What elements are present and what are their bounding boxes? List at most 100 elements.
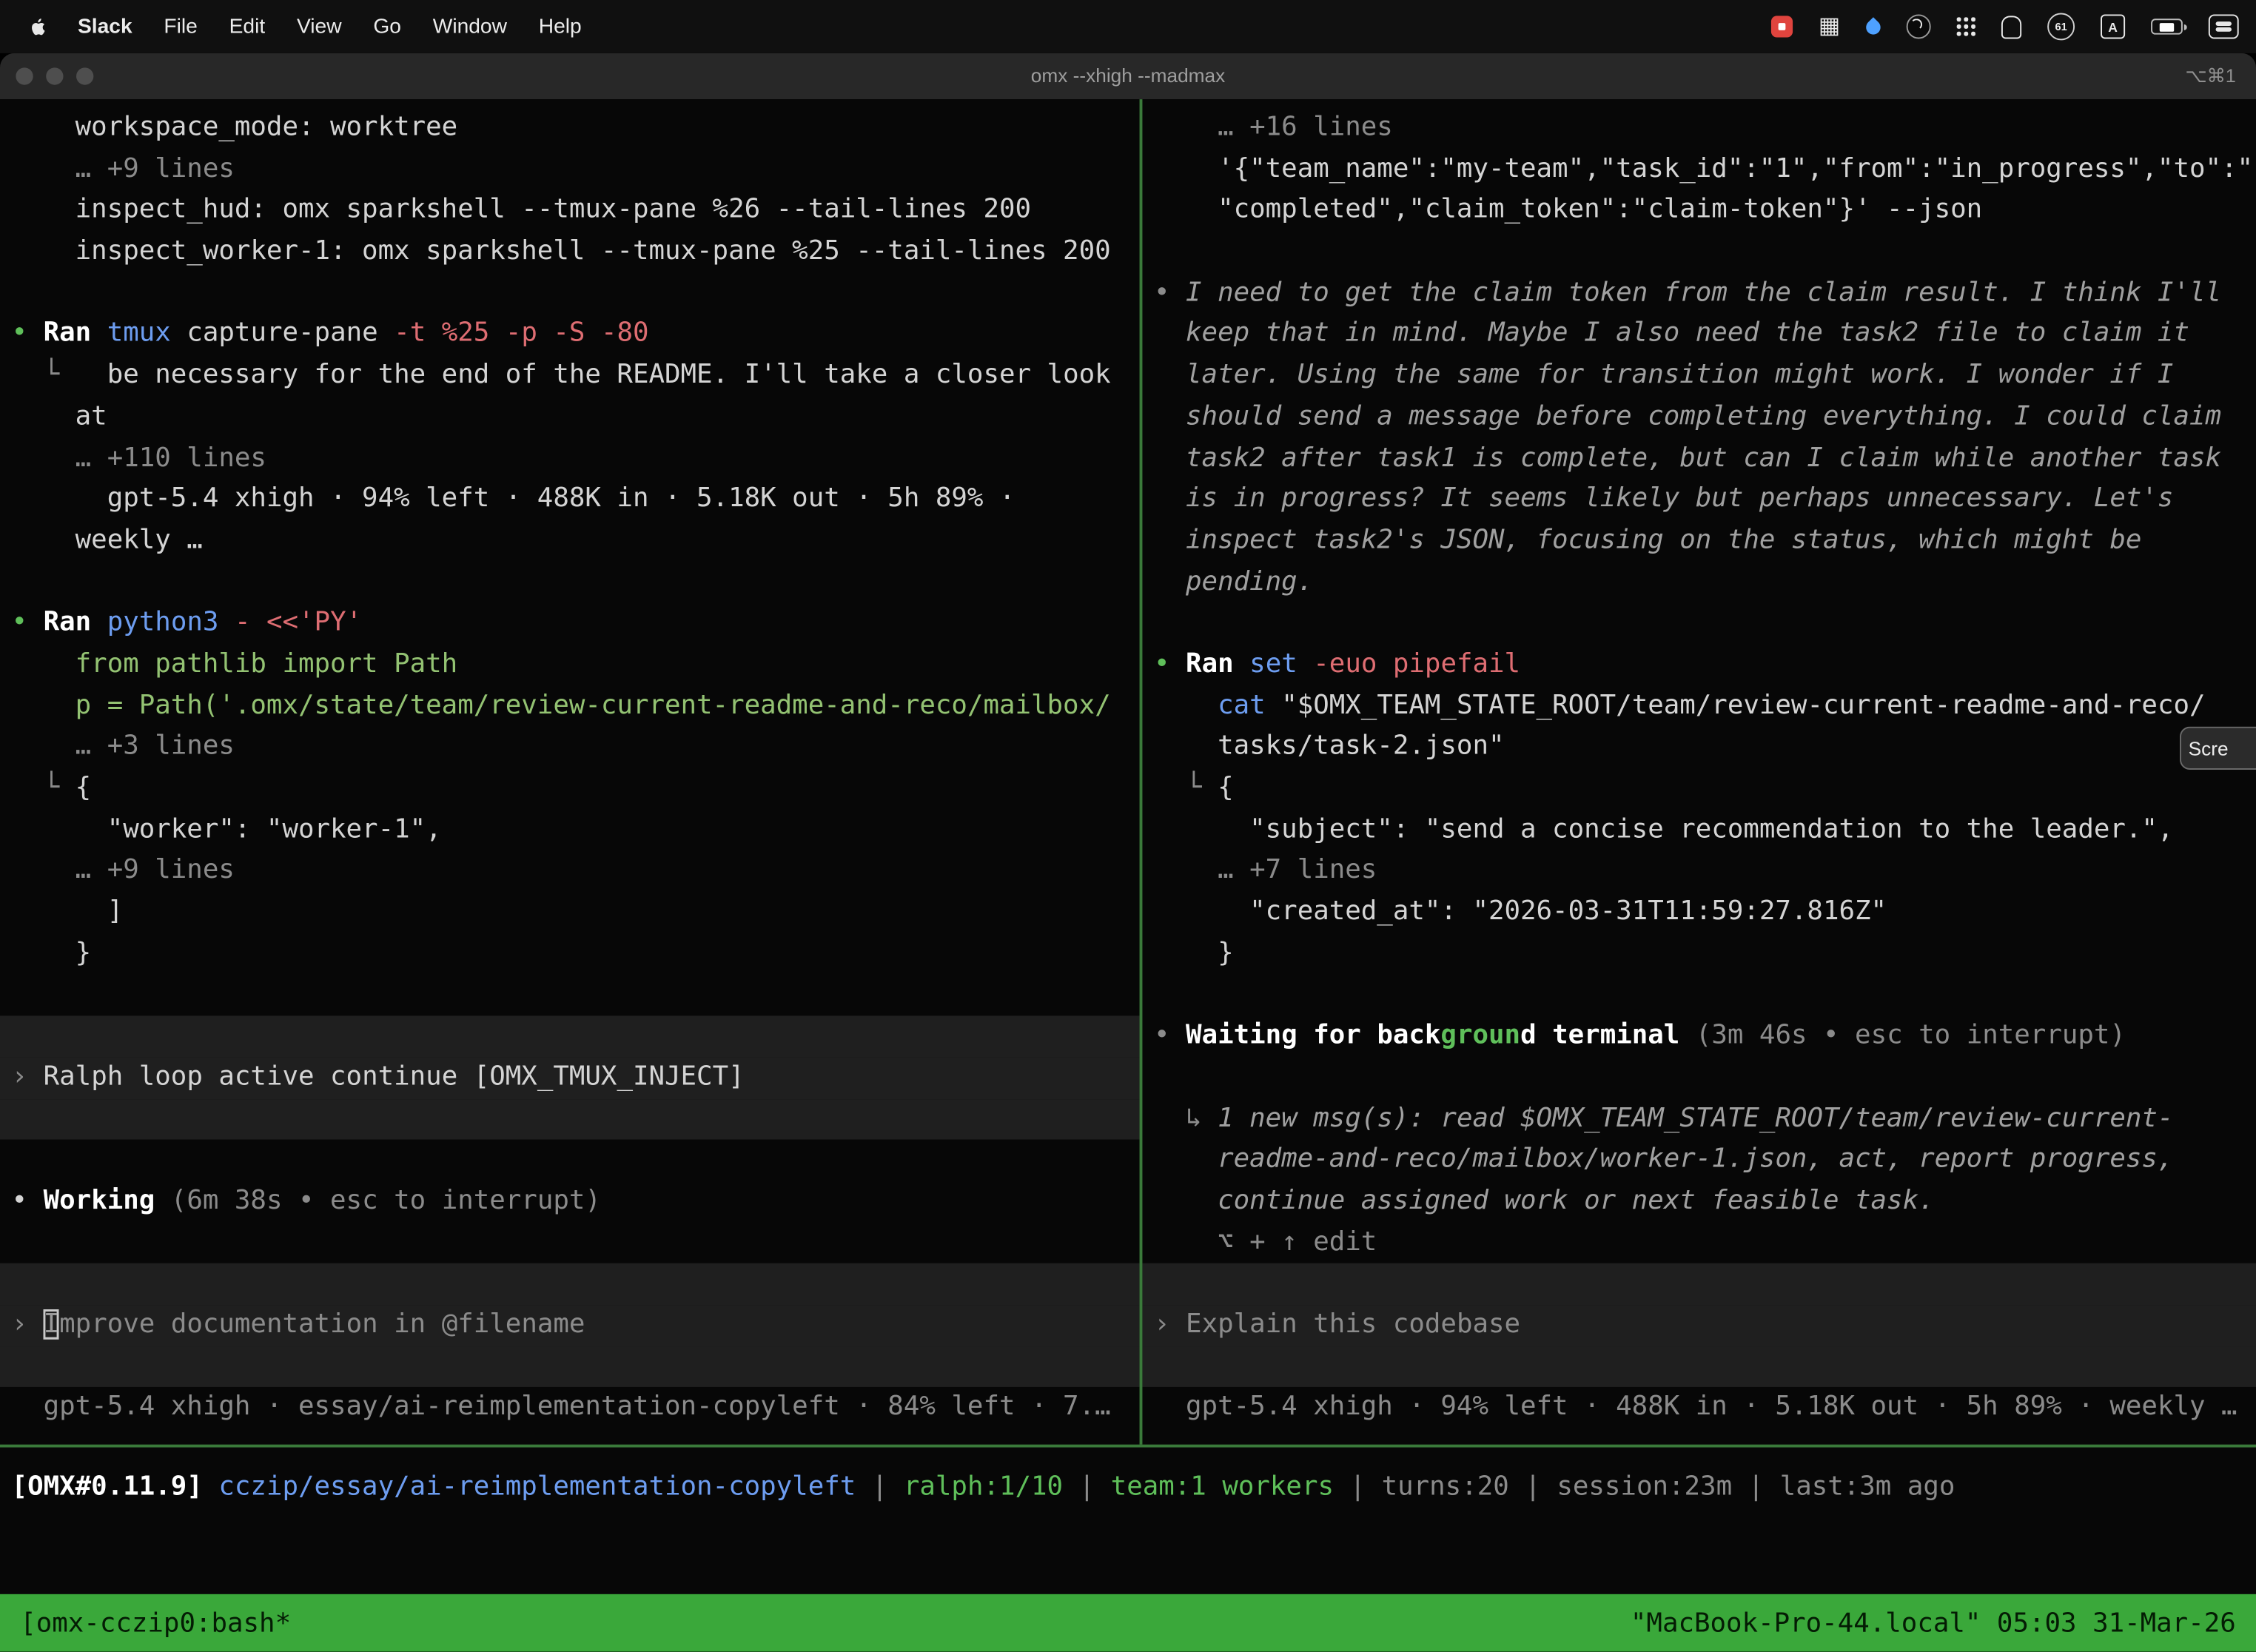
text-segment: • (12, 318, 44, 349)
tmux-host-clock: "MacBook-Pro-44.local" 05:03 31-Mar-26 (1631, 1608, 2236, 1638)
control-center-icon[interactable] (2209, 14, 2239, 38)
text-segment: python3 (107, 608, 219, 638)
text-segment: -t %25 -p -S -80 (394, 318, 648, 349)
text-segment: turns:20 (1382, 1472, 1509, 1502)
menu-edit[interactable]: Edit (213, 15, 281, 38)
text-segment: weekly … (12, 525, 203, 555)
input-source-icon[interactable]: A (2101, 14, 2125, 38)
text-segment: set (1249, 649, 1297, 679)
minimize-button[interactable] (46, 67, 63, 84)
text-segment: | (1063, 1472, 1111, 1502)
text-segment (1154, 690, 1218, 720)
text-segment: • (1154, 649, 1186, 679)
terminal-line: • Ran tmux capture-pane -t %25 -p -S -80 (0, 315, 1140, 356)
menu-view[interactable]: View (281, 15, 357, 38)
terminal-line: pending. (1142, 562, 2256, 603)
terminal-line: … +16 lines (1142, 108, 2256, 150)
terminal-line (1142, 232, 2256, 273)
terminal-line: • Ran set -euo pipefail (1142, 645, 2256, 686)
terminal-line (1142, 975, 2256, 1016)
prompt-input[interactable]: › Explain this codebase (1142, 1305, 2256, 1346)
text-segment: keep that in mind. Maybe I also need the… (1154, 318, 2189, 349)
terminal-line: should send a message before completing … (1142, 397, 2256, 438)
text-segment: … +16 lines (1154, 113, 1393, 143)
text-segment: inspect task2's JSON, focusing on the st… (1154, 525, 2141, 555)
menu-app-name[interactable]: Slack (62, 15, 148, 38)
text-segment: { (75, 773, 92, 803)
terminal-line: } (1142, 933, 2256, 975)
terminal-line: cat "$OMX_TEAM_STATE_ROOT/team/review-cu… (1142, 686, 2256, 728)
text-segment (1297, 649, 1314, 679)
text-segment: › (12, 1309, 44, 1340)
text-segment: Ran (44, 608, 107, 638)
text-segment: "created_at": "2026-03-31T11:59:27.816Z" (1154, 896, 1887, 927)
text-segment: gpt-5.4 xhigh · 94% left · 488K in · 5.1… (12, 484, 1015, 514)
text-segment: • (1154, 1020, 1186, 1050)
terminal-line (0, 1140, 1140, 1181)
terminal-line: "completed","claim_token":"claim-token"}… (1142, 190, 2256, 232)
screen-recording-icon[interactable] (1771, 16, 1793, 37)
terminal-line (1142, 1057, 2256, 1098)
text-segment: | (856, 1472, 904, 1502)
menu-window[interactable]: Window (417, 15, 523, 38)
terminal-line: ↳ 1 new msg(s): read $OMX_TEAM_STATE_ROO… (1142, 1098, 2256, 1140)
screenshot-popover[interactable]: Scre (2180, 727, 2256, 770)
terminal-line: … +9 lines (0, 851, 1140, 893)
terminal-line: p = Path('.omx/state/team/review-current… (0, 686, 1140, 728)
swirl-app-icon[interactable] (1907, 14, 1931, 38)
ghost-icon[interactable] (2001, 15, 2021, 38)
apple-menu[interactable] (26, 13, 62, 39)
text-segment: └ (1154, 773, 1218, 803)
terminal-line: gpt-5.4 xhigh · 94% left · 488K in · 5.1… (1142, 1388, 2256, 1429)
text-segment: cczip/essay/ai-reimplementation-copyleft (218, 1472, 856, 1502)
prompt-input[interactable]: › Improve documentation in @filename (0, 1305, 1140, 1346)
tmux-pane-left[interactable]: workspace_mode: worktree … +9 lines insp… (0, 99, 1140, 1445)
text-segment: … +3 lines (12, 731, 235, 762)
menu-file[interactable]: File (148, 15, 213, 38)
text-segment: I need to get the claim token from the c… (1186, 278, 2221, 308)
text-segment: { (1218, 773, 1234, 803)
text-segment: '{"team_name":"my-team","task_id":"1","f… (1154, 153, 2253, 184)
zoom-button[interactable] (76, 67, 93, 84)
text-segment: -euo pipefail (1313, 649, 1520, 679)
terminal-line (1142, 1346, 2256, 1388)
dots-grid-icon[interactable] (1957, 17, 1975, 36)
text-segment: Explain this codebase (1186, 1309, 1520, 1340)
menu-help[interactable]: Help (523, 15, 597, 38)
terminal-line: • Working (6m 38s • esc to interrupt) (0, 1181, 1140, 1223)
menu-bar-left: Slack File Edit View Go Window Help (0, 13, 597, 39)
terminal-line: gpt-5.4 xhigh · essay/ai-reimplementatio… (0, 1388, 1140, 1429)
table-grid-icon[interactable]: ▦ (1819, 15, 1840, 38)
title-bar[interactable]: omx --xhigh --madmax ⌥⌘1 (0, 53, 2256, 101)
text-segment: "$OMX_TEAM_STATE_ROOT/team/review-curren… (1266, 690, 2206, 720)
terminal-line: • Waiting for background terminal (3m 46… (1142, 1016, 2256, 1058)
percent-badge-icon[interactable]: 61 (2047, 13, 2075, 40)
text-segment: "subject": "send a concise recommendatio… (1154, 814, 2173, 845)
text-segment: team:1 workers (1111, 1472, 1334, 1502)
text-segment: • (1154, 278, 1186, 308)
tmux-pane-right[interactable]: … +16 lines '{"team_name":"my-team","tas… (1142, 99, 2256, 1445)
terminal-line: inspect task2's JSON, focusing on the st… (1142, 520, 2256, 562)
text-segment: (6m 38s • esc to interrupt) (171, 1186, 601, 1216)
close-button[interactable] (16, 67, 33, 84)
text-segment: ralph:1/10 (904, 1472, 1063, 1502)
terminal-line: is in progress? It seems likely but perh… (1142, 480, 2256, 521)
omx-session-status: [OMX#0.11.9] cczip/essay/ai-reimplementa… (0, 1468, 2256, 1509)
text-segment: tmux (107, 318, 171, 349)
text-segment: … +110 lines (12, 443, 266, 473)
menu-go[interactable]: Go (357, 15, 417, 38)
text-segment: gpt-5.4 xhigh · essay/ai-reimplementatio… (12, 1391, 1111, 1422)
text-segment: is in progress? It seems likely but perh… (1154, 484, 2173, 514)
text-segment: "completed","claim_token":"claim-token"}… (1154, 195, 1982, 225)
text-segment: ] (12, 896, 124, 927)
terminal-line (0, 1346, 1140, 1388)
terminal-line (1142, 1263, 2256, 1305)
text-segment: I (44, 1309, 60, 1340)
text-segment: | (1334, 1472, 1382, 1502)
tmux-panes: workspace_mode: worktree … +9 lines insp… (0, 99, 2256, 1445)
battery-icon[interactable] (2151, 19, 2183, 34)
terminal-line: "created_at": "2026-03-31T11:59:27.816Z" (1142, 892, 2256, 933)
apple-icon (26, 13, 47, 39)
terminal-line: inspect_hud: omx sparkshell --tmux-pane … (0, 190, 1140, 232)
blue-drop-icon[interactable] (1866, 19, 1880, 33)
